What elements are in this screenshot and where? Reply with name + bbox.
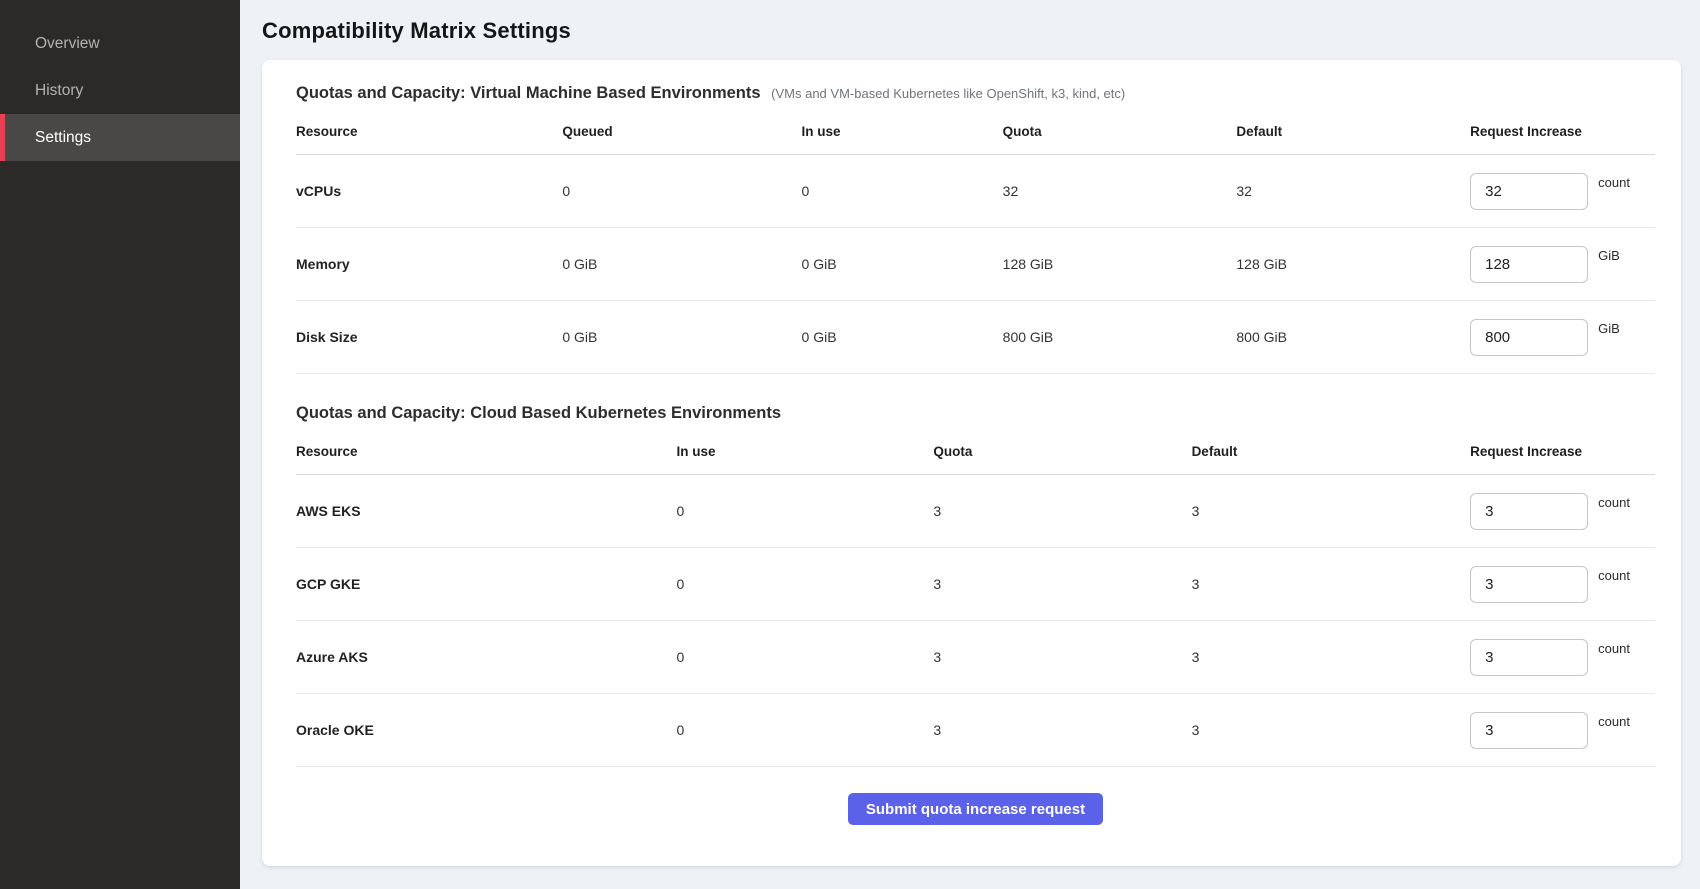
queued-value: 0 <box>562 183 801 199</box>
default-value: 800 GiB <box>1236 329 1470 345</box>
in-use-value: 0 <box>677 503 934 519</box>
resource-name: GCP GKE <box>296 576 677 592</box>
table-row-vcpus: vCPUs 0 0 32 32 count <box>296 155 1655 228</box>
default-value: 3 <box>1192 503 1471 519</box>
request-increase-input-vcpus[interactable] <box>1470 173 1588 210</box>
quota-value: 800 GiB <box>1003 329 1237 345</box>
sidebar-item-label: Settings <box>35 129 91 147</box>
quota-value: 3 <box>933 503 1191 519</box>
unit-label: count <box>1598 175 1630 190</box>
table-row-gcp-gke: GCP GKE 0 3 3 count <box>296 548 1655 621</box>
column-header-queued: Queued <box>562 124 801 139</box>
vm-quota-table: Resource Queued In use Quota Default Req… <box>296 109 1655 374</box>
in-use-value: 0 GiB <box>802 256 1003 272</box>
in-use-value: 0 <box>677 576 934 592</box>
in-use-value: 0 <box>677 722 934 738</box>
request-increase-input-oracle-oke[interactable] <box>1470 712 1588 749</box>
quota-value: 128 GiB <box>1003 256 1237 272</box>
resource-name: Memory <box>296 256 562 272</box>
vm-section-note: (VMs and VM-based Kubernetes like OpenSh… <box>771 86 1125 101</box>
sidebar-item-settings[interactable]: Settings <box>0 114 240 161</box>
table-row-memory: Memory 0 GiB 0 GiB 128 GiB 128 GiB GiB <box>296 228 1655 301</box>
request-increase-input-azure-aks[interactable] <box>1470 639 1588 676</box>
request-increase-input-aws-eks[interactable] <box>1470 493 1588 530</box>
sidebar-item-history[interactable]: History <box>0 67 240 114</box>
column-header-in-use: In use <box>677 444 934 459</box>
table-row-azure-aks: Azure AKS 0 3 3 count <box>296 621 1655 694</box>
default-value: 128 GiB <box>1236 256 1470 272</box>
submit-quota-increase-button[interactable]: Submit quota increase request <box>848 793 1103 825</box>
column-header-request-increase: Request Increase <box>1470 444 1655 459</box>
unit-label: count <box>1598 714 1630 729</box>
queued-value: 0 GiB <box>562 256 801 272</box>
table-row-aws-eks: AWS EKS 0 3 3 count <box>296 475 1655 548</box>
in-use-value: 0 GiB <box>802 329 1003 345</box>
request-increase-input-gcp-gke[interactable] <box>1470 566 1588 603</box>
default-value: 3 <box>1192 576 1471 592</box>
default-value: 3 <box>1192 649 1471 665</box>
cloud-section-title: Quotas and Capacity: Cloud Based Kuberne… <box>296 404 781 422</box>
request-increase-input-disk-size[interactable] <box>1470 319 1588 356</box>
default-value: 32 <box>1236 183 1470 199</box>
cloud-table-header: Resource In use Quota Default Request In… <box>296 429 1655 475</box>
sidebar: Overview History Settings <box>0 0 240 889</box>
column-header-resource: Resource <box>296 444 677 459</box>
unit-label: count <box>1598 641 1630 656</box>
vm-table-header: Resource Queued In use Quota Default Req… <box>296 109 1655 155</box>
table-row-disk-size: Disk Size 0 GiB 0 GiB 800 GiB 800 GiB Gi… <box>296 301 1655 374</box>
request-increase-input-memory[interactable] <box>1470 246 1588 283</box>
unit-label: GiB <box>1598 248 1620 263</box>
cloud-quota-table: Resource In use Quota Default Request In… <box>296 429 1655 767</box>
column-header-default: Default <box>1236 124 1470 139</box>
resource-name: Oracle OKE <box>296 722 677 738</box>
resource-name: Disk Size <box>296 329 562 345</box>
vm-section-heading: Quotas and Capacity: Virtual Machine Bas… <box>296 84 1655 103</box>
column-header-in-use: In use <box>802 124 1003 139</box>
column-header-quota: Quota <box>1003 124 1237 139</box>
footer-bar: Submit quota increase request <box>296 767 1655 825</box>
unit-label: count <box>1598 568 1630 583</box>
default-value: 3 <box>1192 722 1471 738</box>
vm-section-title: Quotas and Capacity: Virtual Machine Bas… <box>296 84 761 102</box>
column-header-request-increase: Request Increase <box>1470 124 1655 139</box>
resource-name: AWS EKS <box>296 503 677 519</box>
quota-value: 3 <box>933 722 1191 738</box>
quota-value: 3 <box>933 576 1191 592</box>
table-row-oracle-oke: Oracle OKE 0 3 3 count <box>296 694 1655 767</box>
unit-label: GiB <box>1598 321 1620 336</box>
queued-value: 0 GiB <box>562 329 801 345</box>
main-content: Compatibility Matrix Settings Quotas and… <box>240 0 1700 889</box>
sidebar-item-label: History <box>35 82 83 100</box>
cloud-section-heading: Quotas and Capacity: Cloud Based Kuberne… <box>296 404 1655 423</box>
column-header-default: Default <box>1192 444 1471 459</box>
in-use-value: 0 <box>677 649 934 665</box>
column-header-quota: Quota <box>933 444 1191 459</box>
quota-value: 32 <box>1003 183 1237 199</box>
sidebar-item-overview[interactable]: Overview <box>0 20 240 67</box>
settings-card: Quotas and Capacity: Virtual Machine Bas… <box>262 60 1681 866</box>
page-title: Compatibility Matrix Settings <box>262 18 1681 44</box>
sidebar-item-label: Overview <box>35 35 100 53</box>
quota-value: 3 <box>933 649 1191 665</box>
resource-name: Azure AKS <box>296 649 677 665</box>
in-use-value: 0 <box>802 183 1003 199</box>
column-header-resource: Resource <box>296 124 562 139</box>
resource-name: vCPUs <box>296 183 562 199</box>
unit-label: count <box>1598 495 1630 510</box>
